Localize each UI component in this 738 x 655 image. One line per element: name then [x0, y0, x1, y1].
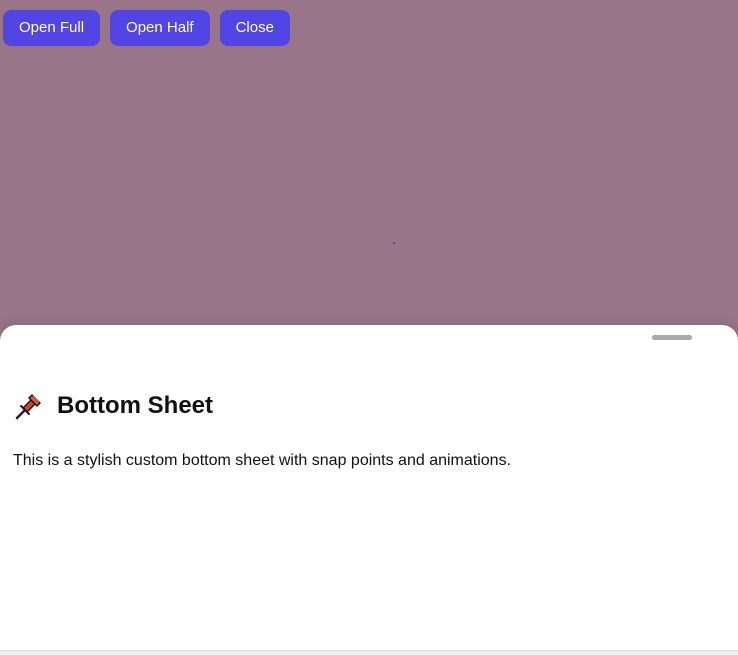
close-button[interactable]: Close: [219, 10, 290, 46]
bottom-edge: [0, 650, 738, 655]
cursor-dot: [393, 242, 395, 244]
drag-handle[interactable]: [652, 335, 692, 340]
sheet-title: Bottom Sheet: [57, 392, 213, 419]
sheet-description: This is a stylish custom bottom sheet wi…: [13, 452, 512, 469]
open-half-button[interactable]: Open Half: [110, 10, 210, 46]
bottom-sheet: Bottom Sheet This is a stylish custom bo…: [0, 325, 738, 650]
pushpin-icon: [13, 390, 45, 422]
sheet-header: Bottom Sheet: [13, 390, 213, 422]
open-full-button[interactable]: Open Full: [3, 10, 101, 46]
toolbar: Open Full Open Half Close: [3, 10, 290, 46]
